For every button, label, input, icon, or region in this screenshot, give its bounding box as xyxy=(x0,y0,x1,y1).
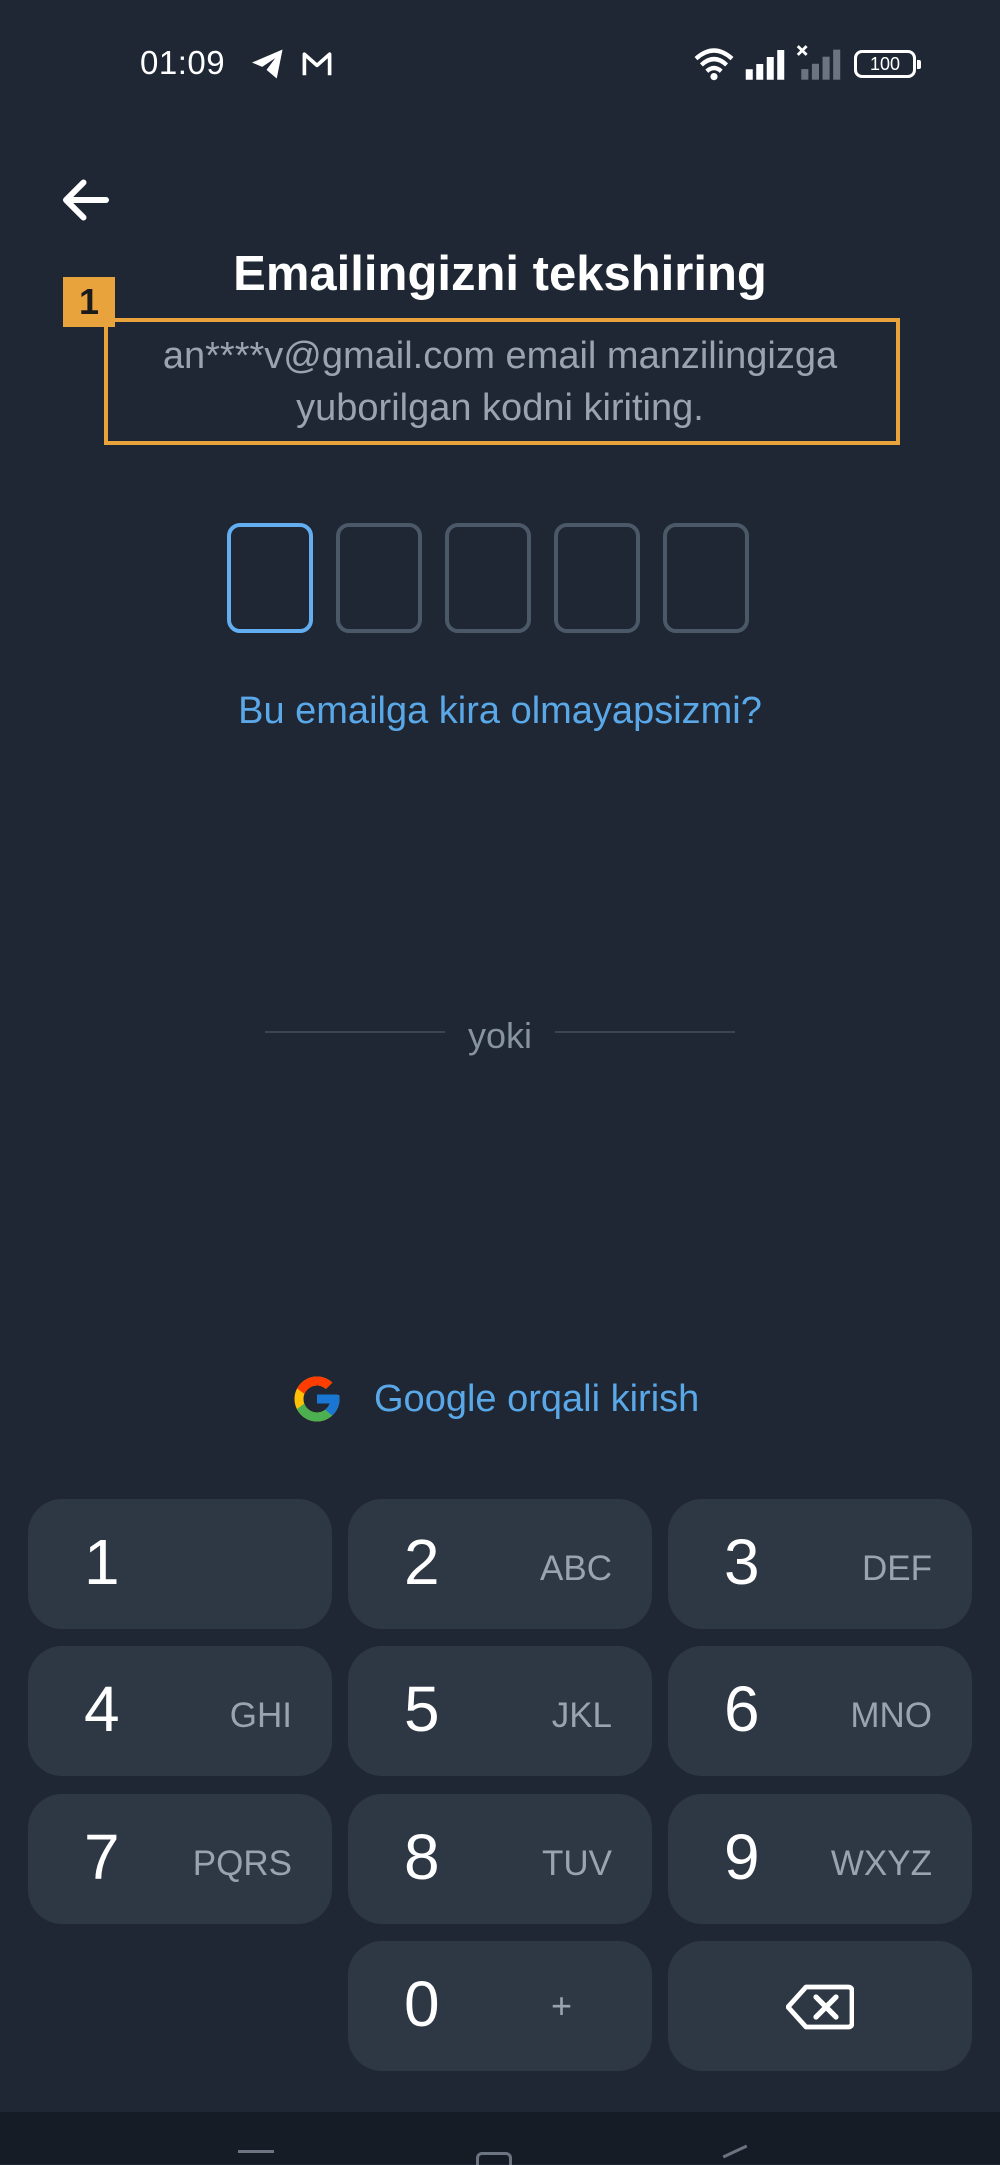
key-5[interactable]: 5 JKL xyxy=(348,1646,652,1776)
status-time: 01:09 xyxy=(140,44,226,81)
wifi-icon xyxy=(694,48,734,81)
key-letters: + xyxy=(550,1985,572,2026)
google-signin-button[interactable]: Google orqali kirish xyxy=(290,1372,699,1426)
key-letters: PQRS xyxy=(192,1844,292,1883)
or-divider: yoki xyxy=(265,1015,735,1056)
key-letters: MNO xyxy=(850,1696,932,1735)
key-8[interactable]: 8 TUV xyxy=(348,1794,652,1924)
google-signin-label: Google orqali kirish xyxy=(374,1377,700,1420)
code-digit-4[interactable] xyxy=(554,523,640,633)
key-9[interactable]: 9 WXYZ xyxy=(668,1794,972,1924)
key-digit: 8 xyxy=(404,1821,440,1893)
backspace-key[interactable] xyxy=(668,1941,972,2071)
key-digit: 9 xyxy=(724,1821,760,1893)
key-letters: WXYZ xyxy=(830,1844,932,1883)
page-title: Emailingizni tekshiring xyxy=(233,247,767,301)
key-letters: TUV xyxy=(542,1844,612,1883)
key-letters: DEF xyxy=(862,1549,932,1588)
mail-icon xyxy=(302,52,332,76)
key-digit: 3 xyxy=(724,1526,760,1598)
key-digit: 2 xyxy=(404,1526,440,1598)
signal-icon xyxy=(745,50,785,80)
backspace-icon xyxy=(786,1984,854,2030)
key-0[interactable]: 0 + xyxy=(348,1941,652,2071)
instruction-line-1: an****v@gmail.com email manzilingizga xyxy=(162,335,838,377)
back-button[interactable] xyxy=(56,170,116,230)
code-digit-2[interactable] xyxy=(336,523,422,633)
key-digit: 4 xyxy=(84,1673,120,1745)
key-7[interactable]: 7 PQRS xyxy=(28,1794,332,1924)
key-digit: 5 xyxy=(404,1673,440,1745)
key-1[interactable]: 1 xyxy=(28,1499,332,1629)
signal-no-sim-icon xyxy=(796,45,841,80)
code-digit-1[interactable] xyxy=(227,523,313,633)
key-6[interactable]: 6 MNO xyxy=(668,1646,972,1776)
telegram-icon xyxy=(252,49,283,79)
verification-code-input[interactable] xyxy=(227,523,749,633)
instruction-text: an****v@gmail.com email manzilingizga yu… xyxy=(110,330,890,434)
key-digit: 6 xyxy=(724,1673,760,1745)
key-digit: 0 xyxy=(404,1968,440,2040)
divider-text: yoki xyxy=(467,1015,533,1056)
code-digit-5[interactable] xyxy=(663,523,749,633)
key-2[interactable]: 2 ABC xyxy=(348,1499,652,1629)
divider-line-right xyxy=(555,1031,735,1033)
key-letters: GHI xyxy=(229,1696,292,1735)
recent-apps-icon[interactable] xyxy=(238,2150,274,2153)
home-icon[interactable] xyxy=(476,2152,512,2165)
battery-level: 100 xyxy=(869,54,901,74)
key-digit: 1 xyxy=(84,1526,120,1598)
code-digit-3[interactable] xyxy=(445,523,531,633)
cant-access-email-link[interactable]: Bu emailga kira olmayapsizmi? xyxy=(0,690,1000,733)
key-4[interactable]: 4 GHI xyxy=(28,1646,332,1776)
battery-icon: 100 xyxy=(854,50,921,78)
key-letters: JKL xyxy=(551,1696,612,1735)
google-icon xyxy=(294,1376,340,1422)
annotation-badge: 1 xyxy=(63,277,115,327)
key-letters: ABC xyxy=(540,1549,612,1588)
key-3[interactable]: 3 DEF xyxy=(668,1499,972,1629)
key-digit: 7 xyxy=(84,1821,120,1893)
instruction-line-2: yuborilgan kodni kiriting. xyxy=(296,387,704,429)
